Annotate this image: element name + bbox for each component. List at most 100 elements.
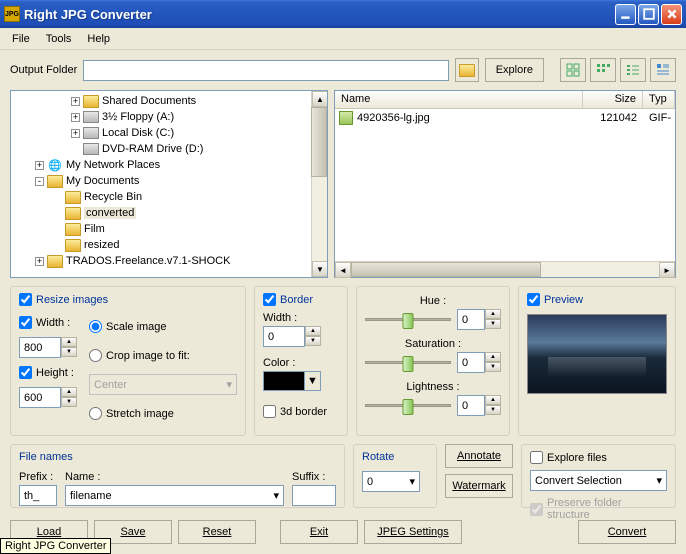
scroll-up-button[interactable]: ▲: [312, 91, 328, 107]
list-scrollbar-horizontal[interactable]: ◄ ►: [335, 261, 675, 277]
menu-file[interactable]: File: [4, 31, 38, 47]
list-header: Name Size Typ: [335, 91, 675, 109]
exit-button[interactable]: Exit: [280, 520, 358, 544]
border-width-spinner[interactable]: ▲▼: [263, 326, 339, 347]
close-button[interactable]: [661, 4, 682, 25]
lightness-slider[interactable]: [365, 404, 451, 407]
tree-node[interactable]: Film: [13, 221, 325, 237]
tree-label: resized: [84, 239, 119, 251]
preview-checkbox[interactable]: Preview: [527, 293, 667, 306]
border-color-picker[interactable]: ▼: [263, 371, 339, 391]
width-checkbox[interactable]: Width :: [19, 316, 77, 329]
menu-help[interactable]: Help: [79, 31, 118, 47]
maximize-button[interactable]: [638, 4, 659, 25]
folder-tree[interactable]: + Shared Documents +3½ Floppy (A:)+Local D…: [10, 90, 328, 278]
view-list-button[interactable]: [620, 58, 646, 82]
expand-icon[interactable]: +: [71, 113, 80, 122]
crop-radio[interactable]: Crop image to fit:: [89, 349, 237, 362]
menubar: File Tools Help: [0, 28, 686, 50]
folder-icon: [65, 191, 81, 204]
saturation-slider[interactable]: [365, 361, 451, 364]
name-label: Name :: [65, 471, 284, 483]
col-size[interactable]: Size: [583, 91, 643, 108]
resize-images-checkbox[interactable]: Resize images: [19, 293, 237, 306]
tree-label: My Documents: [66, 175, 139, 187]
rotate-combo[interactable]: 0▾: [362, 471, 420, 492]
filenames-group: File names Prefix : Name :filename▾ Suff…: [10, 444, 345, 508]
tree-node[interactable]: - My Documents: [13, 173, 325, 189]
menu-tools[interactable]: Tools: [38, 31, 80, 47]
tree-node[interactable]: +Local Disk (C:): [13, 125, 325, 141]
convert-button[interactable]: Convert: [578, 520, 676, 544]
tree-node[interactable]: resized: [13, 237, 325, 253]
tree-node[interactable]: Recycle Bin: [13, 189, 325, 205]
tree-label: Film: [84, 223, 105, 235]
collapse-icon[interactable]: -: [35, 177, 44, 186]
preview-group: Preview: [518, 286, 676, 436]
prefix-input[interactable]: [19, 485, 57, 506]
drive-icon: [83, 127, 99, 139]
crop-align-combo[interactable]: Center▾: [89, 374, 237, 395]
tree-node[interactable]: + Shared Documents: [13, 93, 325, 109]
tree-node[interactable]: +🌐My Network Places: [13, 157, 325, 173]
scroll-right-button[interactable]: ►: [659, 262, 675, 278]
explore-files-checkbox[interactable]: Explore files: [530, 451, 667, 464]
image-file-icon: [339, 111, 353, 125]
folder-icon: [47, 255, 63, 268]
hue-label: Hue :: [365, 295, 501, 307]
explore-button[interactable]: Explore: [485, 58, 544, 82]
convert-selection-combo[interactable]: Convert Selection▾: [530, 470, 667, 491]
tree-label: Recycle Bin: [84, 191, 142, 203]
jpeg-settings-button[interactable]: JPEG Settings: [364, 520, 462, 544]
suffix-input[interactable]: [292, 485, 336, 506]
scroll-left-button[interactable]: ◄: [335, 262, 351, 278]
rotate-group: Rotate 0▾: [353, 444, 437, 508]
view-small-icons-button[interactable]: [590, 58, 616, 82]
browse-folder-button[interactable]: [455, 58, 479, 82]
drive-icon: [83, 143, 99, 155]
scroll-thumb-h[interactable]: [351, 262, 541, 277]
expand-icon[interactable]: +: [71, 97, 80, 106]
prefix-label: Prefix :: [19, 471, 57, 483]
file-list[interactable]: Name Size Typ 4920356-lg.jpg 121042 GIF-…: [334, 90, 676, 278]
border-checkbox[interactable]: Border: [263, 293, 339, 306]
expand-icon[interactable]: +: [71, 129, 80, 138]
lightness-spinner[interactable]: ▲▼: [457, 395, 501, 416]
annotate-button[interactable]: Annotate: [445, 444, 513, 468]
col-type[interactable]: Typ: [643, 91, 675, 108]
height-checkbox[interactable]: Height :: [19, 366, 77, 379]
minimize-button[interactable]: [615, 4, 636, 25]
lightness-label: Lightness :: [365, 381, 501, 393]
watermark-button[interactable]: Watermark: [445, 474, 513, 498]
tree-node[interactable]: +TRADOS.Freelance.v7.1-SHOCK: [13, 253, 325, 269]
tree-node[interactable]: +3½ Floppy (A:): [13, 109, 325, 125]
hue-spinner[interactable]: ▲▼: [457, 309, 501, 330]
tree-scrollbar[interactable]: ▲ ▼: [311, 91, 327, 277]
hue-slider[interactable]: [365, 318, 451, 321]
expand-icon[interactable]: +: [35, 257, 44, 266]
view-details-button[interactable]: [650, 58, 676, 82]
app-icon: JPG: [4, 6, 20, 22]
scroll-thumb[interactable]: [311, 107, 327, 177]
preview-image: [527, 314, 667, 394]
expand-icon[interactable]: +: [35, 161, 44, 170]
scale-radio[interactable]: Scale image: [89, 320, 237, 333]
tree-node[interactable]: converted: [13, 205, 325, 221]
rotate-title: Rotate: [362, 451, 428, 463]
output-folder-input[interactable]: [83, 60, 448, 81]
height-spinner[interactable]: ▲▼: [19, 387, 77, 408]
reset-button[interactable]: Reset: [178, 520, 256, 544]
saturation-spinner[interactable]: ▲▼: [457, 352, 501, 373]
tree-label: Shared Documents: [102, 95, 196, 107]
tree-node[interactable]: DVD-RAM Drive (D:): [13, 141, 325, 157]
resize-group: Resize images Width : ▲▼ Height : ▲▼ Sca…: [10, 286, 246, 436]
list-item[interactable]: 4920356-lg.jpg 121042 GIF-: [335, 109, 675, 126]
name-combo[interactable]: filename▾: [65, 485, 284, 506]
3d-border-checkbox[interactable]: 3d border: [263, 405, 339, 418]
view-large-icons-button[interactable]: [560, 58, 586, 82]
stretch-radio[interactable]: Stretch image: [89, 407, 237, 420]
folder-icon: [65, 207, 81, 220]
width-spinner[interactable]: ▲▼: [19, 337, 77, 358]
col-name[interactable]: Name: [335, 91, 583, 108]
scroll-down-button[interactable]: ▼: [312, 261, 328, 277]
